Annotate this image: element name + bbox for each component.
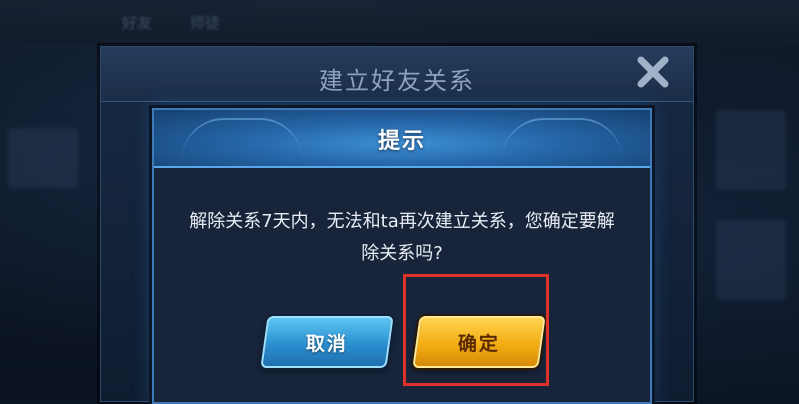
background-item [716,110,786,190]
background-top-bar: 好友 师徒 [0,0,799,44]
prompt-dialog-header: 提示 [154,110,650,168]
background-item [716,220,786,300]
cancel-button-label: 取消 [305,332,348,355]
highlight-annotation-box [403,274,549,386]
prompt-message-line: 除关系吗? [361,243,443,264]
close-button[interactable] [630,52,676,92]
prompt-message-line: 解除关系7天内，无法和ta再次建立关系，您确定要解 [189,211,615,232]
background-item [8,128,78,188]
close-x-icon [637,56,669,88]
friend-relation-dialog-header: 建立好友关系 [101,47,693,102]
background-tab-mentor: 师徒 [190,14,221,32]
cancel-button[interactable]: 取消 [260,316,394,368]
prompt-dialog-title: 提示 [377,129,426,154]
background-tab-friends: 好友 [122,14,153,32]
prompt-message: 解除关系7天内，无法和ta再次建立关系，您确定要解 除关系吗? [154,206,650,270]
friend-relation-dialog-title: 建立好友关系 [319,67,475,95]
prompt-dialog: 提示 解除关系7天内，无法和ta再次建立关系，您确定要解 除关系吗? 取消 确定 [152,108,652,404]
